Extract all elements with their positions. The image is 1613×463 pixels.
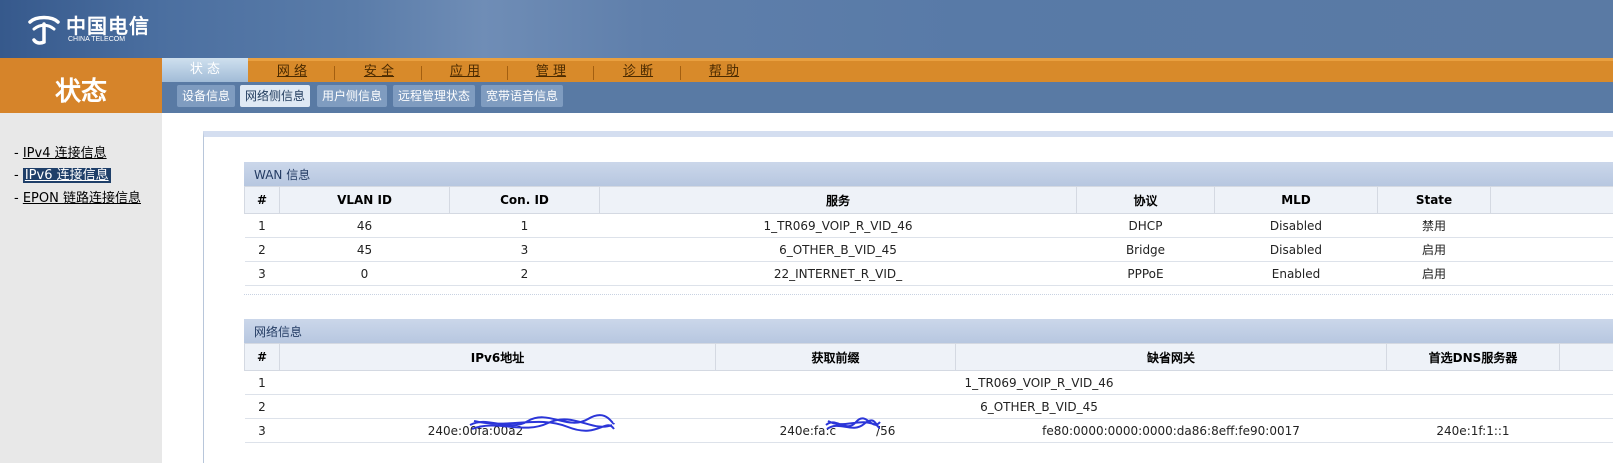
- tab-diagnostics[interactable]: 诊 断: [598, 61, 678, 82]
- link-ipv4-connection[interactable]: IPv4 连接信息: [23, 146, 107, 161]
- subtab-device-info[interactable]: 设备信息: [177, 85, 236, 107]
- table-cell: [1490, 237, 1613, 262]
- network-info-section-header: 网络信息: [244, 319, 1613, 343]
- column-header: #: [244, 343, 280, 371]
- tab-security[interactable]: 安 全: [339, 61, 419, 82]
- column-header-empty: [1490, 186, 1613, 214]
- column-header: 获取前缀: [715, 343, 956, 371]
- section-status-block: 状态: [0, 58, 162, 113]
- main-nav: 状 态 网 络 安 全 应 用 管 理 诊 断 帮 助: [162, 58, 1613, 83]
- column-header: #: [244, 186, 280, 214]
- column-header: VLAN ID: [279, 186, 450, 214]
- table-cell: 6_OTHER_B_VID_45: [599, 237, 1077, 262]
- tab-management[interactable]: 管 理: [511, 61, 591, 82]
- table-cell-connection-name: 1_TR069_VOIP_R_VID_46: [279, 370, 1560, 395]
- table-cell: Disabled: [1214, 213, 1378, 238]
- table-cell: 3: [449, 237, 600, 262]
- menu-bullet: -: [14, 191, 23, 206]
- china-telecom-logo: 中国电信 CHINA TELECOM: [26, 10, 166, 50]
- sub-nav: 设备信息 网络侧信息 用户侧信息 远程管理状态 宽带语音信息: [162, 82, 1613, 113]
- table-cell: [1559, 370, 1613, 395]
- table-row: 1 46 1 1_TR069_VOIP_R_VID_46 DHCP Disabl…: [244, 213, 1613, 238]
- left-menu: - IPv4 连接信息 - IPv6 连接信息 - EPON 链路连接信息: [0, 113, 162, 463]
- table-cell: 3: [244, 418, 280, 443]
- section-divider: [244, 294, 1613, 295]
- table-cell: 46: [279, 213, 450, 238]
- nav-separator: [593, 66, 594, 80]
- wan-section-header: WAN 信息: [244, 162, 1613, 186]
- column-header: 协议: [1076, 186, 1215, 214]
- section-title: 状态: [54, 77, 107, 107]
- subtab-broadband-voice-info[interactable]: 宽带语音信息: [481, 85, 564, 107]
- table-cell: 2: [449, 261, 600, 286]
- table-cell: 0: [279, 261, 450, 286]
- table-cell: Bridge: [1076, 237, 1215, 262]
- menu-bullet: -: [14, 146, 23, 161]
- tab-status[interactable]: 状 态: [162, 58, 248, 83]
- telecom-logo-icon: [28, 15, 60, 45]
- table-cell: 22_INTERNET_R_VID_: [599, 261, 1077, 286]
- network-info-table: # IPv6地址 获取前缀 缺省网关 首选DNS服务器 1 1_TR069_VO…: [244, 343, 1613, 443]
- redaction-scribble-prefix: [825, 417, 881, 430]
- left-menu-item: - IPv4 连接信息: [14, 142, 107, 161]
- table-cell: PPPoE: [1076, 261, 1215, 286]
- table-cell: 1: [244, 370, 280, 395]
- table-row: 1 1_TR069_VOIP_R_VID_46: [244, 370, 1613, 395]
- column-header: Con. ID: [449, 186, 600, 214]
- table-cell: 启用: [1377, 261, 1491, 286]
- table-header-row: # VLAN ID Con. ID 服务 协议 MLD State: [244, 186, 1613, 214]
- top-banner: 中国电信 CHINA TELECOM: [0, 0, 1613, 58]
- table-cell: 240e:1f:1::1: [1386, 418, 1560, 443]
- table-row: 2 6_OTHER_B_VID_45: [244, 394, 1613, 419]
- table-cell: DHCP: [1076, 213, 1215, 238]
- subtab-remote-management-status[interactable]: 远程管理状态: [393, 85, 476, 107]
- table-cell: 启用: [1377, 237, 1491, 262]
- nav-separator: [334, 66, 335, 80]
- table-cell: 3: [244, 261, 280, 286]
- table-cell: [1490, 261, 1613, 286]
- table-cell: 2: [244, 394, 280, 419]
- table-row: 3 0 2 22_INTERNET_R_VID_ PPPoE Enabled 启…: [244, 261, 1613, 286]
- table-row: 3 240e:00fa:00a2 240e:fa:c/56 fe80:0000:…: [244, 418, 1613, 443]
- column-header: 首选DNS服务器: [1386, 343, 1560, 371]
- table-cell: 2: [244, 237, 280, 262]
- table-cell: 禁用: [1377, 213, 1491, 238]
- table-header-row: # IPv6地址 获取前缀 缺省网关 首选DNS服务器: [244, 343, 1613, 371]
- redaction-scribble-ipv6: [469, 414, 615, 432]
- tab-application[interactable]: 应 用: [425, 61, 505, 82]
- logo-english-text: CHINA TELECOM: [68, 36, 126, 43]
- subtab-network-side-info[interactable]: 网络侧信息: [240, 85, 311, 107]
- link-epon-link-connection[interactable]: EPON 链路连接信息: [23, 191, 141, 206]
- column-header: 缺省网关: [955, 343, 1387, 371]
- nav-separator: [421, 66, 422, 80]
- table-cell: 45: [279, 237, 450, 262]
- table-cell: 1: [244, 213, 280, 238]
- left-menu-item: - EPON 链路连接信息: [14, 187, 141, 206]
- column-header: 服务: [599, 186, 1077, 214]
- table-cell: 1_TR069_VOIP_R_VID_46: [599, 213, 1077, 238]
- table-cell: fe80:0000:0000:0000:da86:8eff:fe90:0017: [955, 418, 1387, 443]
- column-header: MLD: [1214, 186, 1378, 214]
- column-header: State: [1377, 186, 1491, 214]
- nav-separator: [680, 66, 681, 80]
- table-cell: Disabled: [1214, 237, 1378, 262]
- table-cell: Enabled: [1214, 261, 1378, 286]
- menu-bullet: -: [14, 168, 23, 183]
- subtab-user-side-info[interactable]: 用户侧信息: [317, 85, 388, 107]
- left-menu-item: - IPv6 连接信息: [14, 164, 111, 183]
- tab-help[interactable]: 帮 助: [684, 61, 764, 82]
- table-row: 2 45 3 6_OTHER_B_VID_45 Bridge Disabled …: [244, 237, 1613, 262]
- tab-network[interactable]: 网 络: [252, 61, 332, 82]
- table-cell: [1559, 418, 1613, 443]
- column-header-empty: [1559, 343, 1613, 371]
- nav-separator: [507, 66, 508, 80]
- link-ipv6-connection[interactable]: IPv6 连接信息: [22, 168, 111, 183]
- table-cell: [1559, 394, 1613, 419]
- logo-chinese-text: 中国电信: [66, 14, 150, 38]
- wan-table: # VLAN ID Con. ID 服务 协议 MLD State 1 46 1…: [244, 186, 1613, 286]
- table-cell: [1490, 213, 1613, 238]
- column-header: IPv6地址: [279, 343, 716, 371]
- table-cell: 1: [449, 213, 600, 238]
